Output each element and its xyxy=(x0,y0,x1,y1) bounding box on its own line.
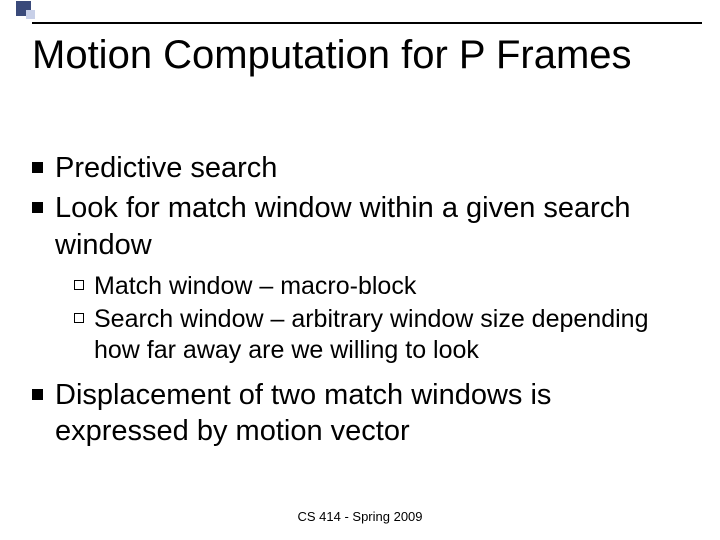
bullet-hollow-square-icon xyxy=(74,313,84,323)
slide-body: Predictive search Look for match window … xyxy=(32,150,692,453)
bullet-square-icon xyxy=(32,389,43,400)
bullet-square-icon xyxy=(32,202,43,213)
bullet-text: Look for match window within a given sea… xyxy=(55,190,692,263)
bullet-square-icon xyxy=(32,162,43,173)
header-decoration xyxy=(0,0,720,24)
bullet-text: Match window – macro-block xyxy=(94,271,416,302)
decoration-square-light xyxy=(26,10,35,19)
sub-list: Match window – macro-block Search window… xyxy=(74,271,692,367)
list-item: Look for match window within a given sea… xyxy=(32,190,692,263)
bullet-hollow-square-icon xyxy=(74,280,84,290)
list-item: Search window – arbitrary window size de… xyxy=(74,304,692,367)
bullet-text: Search window – arbitrary window size de… xyxy=(94,304,692,367)
list-item: Displacement of two match windows is exp… xyxy=(32,377,692,450)
bullet-text: Displacement of two match windows is exp… xyxy=(55,377,692,450)
list-item: Predictive search xyxy=(32,150,692,186)
slide-title: Motion Computation for P Frames xyxy=(32,32,632,78)
list-item: Match window – macro-block xyxy=(74,271,692,302)
title-underline xyxy=(32,22,702,24)
bullet-text: Predictive search xyxy=(55,150,277,186)
slide-footer: CS 414 - Spring 2009 xyxy=(0,509,720,524)
